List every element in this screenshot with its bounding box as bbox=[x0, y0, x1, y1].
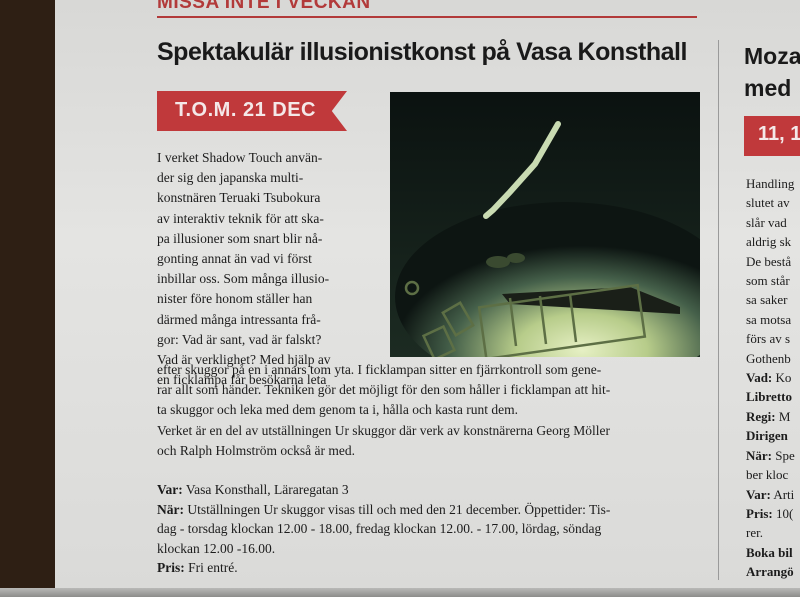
column-divider bbox=[718, 40, 719, 580]
info-nar-label: När: bbox=[157, 501, 184, 517]
body-line: konstnären Teruaki Tsubokura bbox=[157, 190, 321, 206]
body-line: ta skuggor och leka med dem genom ta i, … bbox=[157, 402, 519, 418]
article-body-wide: efter skuggor på en i annars tom yta. I … bbox=[157, 360, 702, 461]
adjacent-body-line: slutet av bbox=[746, 195, 790, 211]
adjacent-body-line: sa saker bbox=[746, 292, 788, 308]
body-line: inbillar oss. Som många illusio- bbox=[157, 271, 330, 287]
adjacent-date-badge-label: 11, 1 bbox=[758, 123, 800, 145]
date-badge: T.O.M. 21 DEC bbox=[157, 91, 347, 131]
info-var-row: Var: Vasa Konsthall, Läraregatan 3 bbox=[157, 480, 702, 500]
section-rule bbox=[157, 16, 697, 18]
adjacent-body-line: sa motsa bbox=[746, 311, 792, 327]
body-line: I verket Shadow Touch använ- bbox=[157, 150, 323, 165]
article-headline: Spektakulär illusionistkonst på Vasa Kon… bbox=[157, 38, 687, 66]
body-line: av interaktiv teknik för att ska- bbox=[157, 210, 324, 226]
body-line: nister före honom ställer han bbox=[157, 291, 313, 307]
desk-background bbox=[0, 0, 55, 597]
body-line: därmed många intressanta frå- bbox=[157, 311, 321, 327]
adjacent-body-line: Dirigen bbox=[746, 428, 788, 444]
body-line: och Ralph Holmström också är med. bbox=[157, 442, 355, 458]
info-nar-line: Utställningen Ur skuggor visas till och … bbox=[184, 501, 611, 517]
page-bottom-edge bbox=[0, 588, 800, 597]
adjacent-body-line: De bestå bbox=[746, 253, 792, 269]
article-photo bbox=[390, 92, 700, 357]
adjacent-body-line: slår vad bbox=[746, 214, 787, 230]
adjacent-article: Moza med 11, 1 Handling slutet av slår vad… bbox=[744, 0, 800, 597]
body-line: gor: Vad är sant, vad är falskt? bbox=[157, 331, 322, 347]
body-line: Verket är en del av utställningen Ur sku… bbox=[157, 422, 610, 438]
adjacent-body-line: Arrangö bbox=[746, 564, 794, 580]
info-var-value: Vasa Konsthall, Läraregatan 3 bbox=[182, 482, 349, 497]
info-nar-row: När: Utställningen Ur skuggor visas till… bbox=[157, 500, 702, 520]
adjacent-body-line: ber kloc bbox=[746, 467, 789, 483]
body-line: der sig den japanska multi- bbox=[157, 170, 304, 186]
adjacent-body-line: Boka bil bbox=[746, 544, 793, 560]
adjacent-body-line: aldrig sk bbox=[746, 234, 792, 250]
adjacent-body-line: Gothenb bbox=[746, 350, 791, 366]
info-pris-label: Pris: bbox=[157, 560, 185, 575]
body-line: pa illusioner som snart blir nå- bbox=[157, 230, 323, 246]
adjacent-body-line: som står bbox=[746, 273, 790, 289]
adjacent-body-line: Vad: Ko bbox=[746, 370, 792, 386]
date-badge-label: T.O.M. 21 DEC bbox=[175, 99, 316, 121]
adjacent-body-line: Handling bbox=[746, 176, 795, 191]
adjacent-body-line: rer. bbox=[746, 525, 763, 541]
adjacent-body-line: Var: Arti bbox=[746, 486, 795, 502]
event-info: Var: Vasa Konsthall, Läraregatan 3 När: … bbox=[157, 480, 702, 578]
info-nar-line: dag - torsdag klockan 12.00 - 18.00, fre… bbox=[157, 521, 602, 536]
info-pris-value: Fri entré. bbox=[184, 560, 238, 575]
adjacent-body-line: Libretto bbox=[746, 389, 792, 405]
body-line: gonting annat än vad vi först bbox=[157, 251, 312, 267]
body-line: efter skuggor på en i annars tom yta. I … bbox=[157, 362, 602, 377]
info-nar-line: klockan 12.00 -16.00. bbox=[157, 540, 276, 556]
shadow-touch-photo bbox=[390, 92, 700, 357]
adjacent-headline-line: Moza bbox=[744, 43, 800, 69]
adjacent-headline: Moza med bbox=[744, 40, 800, 104]
body-line: rar allt som händer. Tekniken gör det mö… bbox=[157, 382, 611, 398]
info-var-label: Var: bbox=[157, 482, 183, 497]
section-title: MISSA INTE I VECKAN bbox=[157, 0, 371, 13]
adjacent-body-line: Pris: 10( bbox=[746, 505, 794, 521]
info-pris-row: Pris: Fri entré. bbox=[157, 558, 702, 578]
article-body-narrow: I verket Shadow Touch använ- der sig den… bbox=[157, 148, 387, 390]
adjacent-body-line: Regi: M bbox=[746, 408, 791, 424]
adjacent-headline-line: med bbox=[744, 75, 792, 101]
adjacent-body: Handling slutet av slår vad aldrig sk De bes… bbox=[746, 174, 795, 582]
adjacent-body-line: När: Spe bbox=[746, 447, 795, 463]
adjacent-date-badge: 11, 1 bbox=[744, 116, 800, 156]
adjacent-body-line: förs av s bbox=[746, 331, 791, 347]
